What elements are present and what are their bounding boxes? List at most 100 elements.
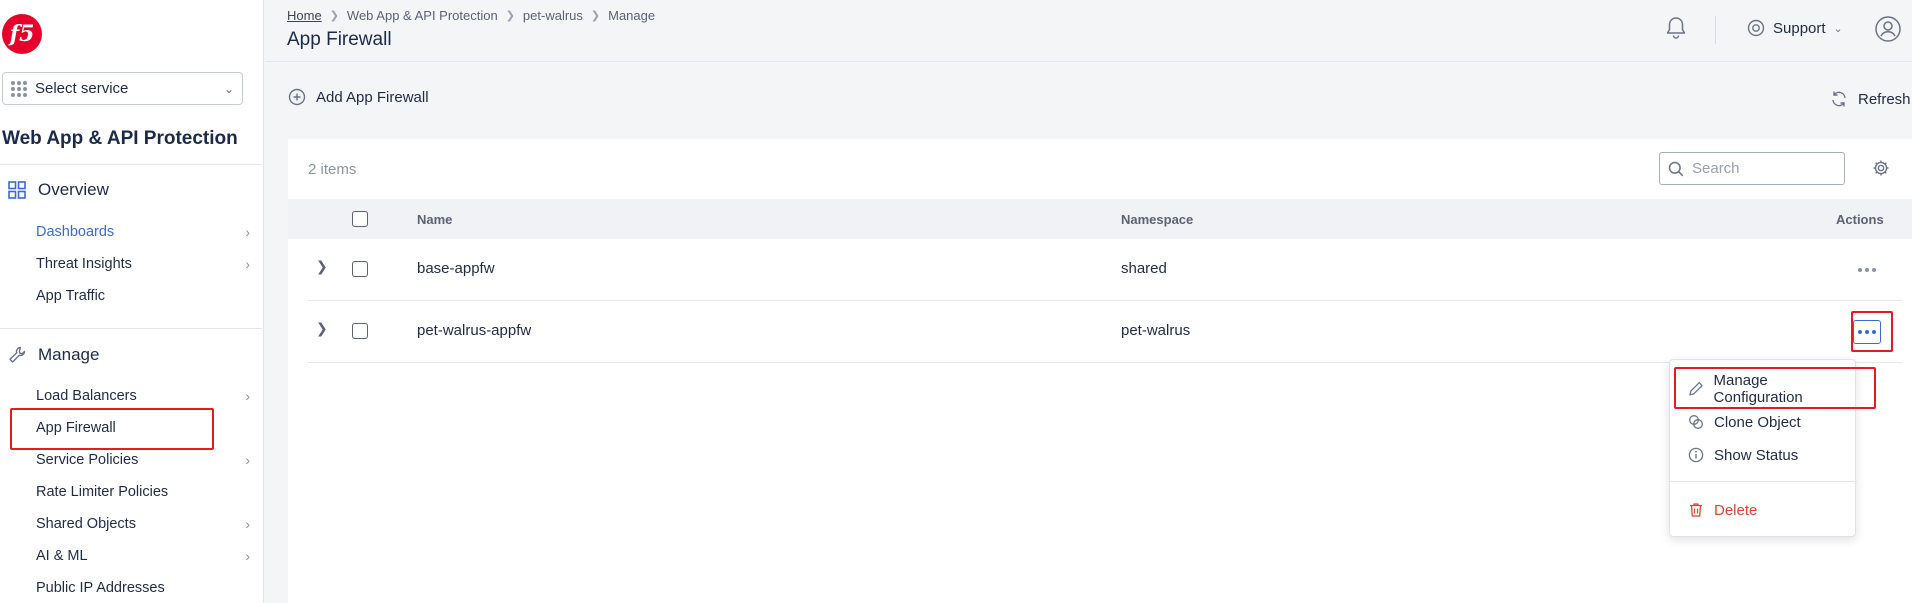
search-box[interactable] <box>1659 152 1845 185</box>
items-count: 2 items <box>308 161 357 178</box>
menu-item-manage-configuration[interactable]: Manage Configuration <box>1670 372 1857 406</box>
sidebar: f5 Select service ⌄ Web App & API Protec… <box>0 0 264 603</box>
overview-grid-icon <box>8 181 26 199</box>
app-title: Web App & API Protection <box>2 128 238 149</box>
menu-item-show-status[interactable]: Show Status <box>1670 440 1857 470</box>
menu-item-label: Clone Object <box>1714 413 1801 431</box>
breadcrumb: Home ❯ Web App & API Protection ❯ pet-wa… <box>287 8 655 23</box>
chevron-right-icon: › <box>245 388 250 404</box>
divider <box>1670 481 1857 482</box>
column-header-name[interactable]: Name <box>417 212 452 227</box>
pencil-icon <box>1689 382 1703 396</box>
menu-item-label: Show Status <box>1714 446 1799 464</box>
menu-item-label: Manage Configuration <box>1713 372 1803 406</box>
header: Home ❯ Web App & API Protection ❯ pet-wa… <box>265 0 1912 62</box>
section-manage-title: Manage <box>38 345 100 364</box>
sidebar-item-label: Public IP Addresses <box>36 580 165 596</box>
sidebar-item-label: App Firewall <box>36 420 116 436</box>
wrench-icon <box>9 346 26 363</box>
refresh-label: Refresh <box>1858 90 1911 108</box>
row-checkbox[interactable] <box>352 261 368 277</box>
menu-item-delete[interactable]: Delete <box>1670 495 1857 525</box>
grid-icon <box>11 80 27 97</box>
expand-chevron-icon[interactable]: ❯ <box>316 258 328 275</box>
sidebar-item-label: Service Policies <box>36 452 139 468</box>
section-overview[interactable]: Overview <box>8 180 109 200</box>
select-service-dropdown[interactable]: Select service ⌄ <box>2 72 243 105</box>
support-menu[interactable]: Support ⌄ <box>1747 19 1843 37</box>
chevron-down-icon: ⌄ <box>1833 22 1843 35</box>
breadcrumb-app[interactable]: Web App & API Protection <box>347 8 498 23</box>
page-title: App Firewall <box>287 29 392 50</box>
sidebar-item-shared-objects[interactable]: Shared Objects › <box>36 512 250 536</box>
bell-icon[interactable] <box>1665 16 1687 40</box>
sidebar-item-ai-ml[interactable]: AI & ML › <box>36 544 250 568</box>
chevron-right-icon: ❯ <box>329 10 339 22</box>
breadcrumb-home[interactable]: Home <box>287 8 322 23</box>
expand-chevron-icon[interactable]: ❯ <box>316 320 328 337</box>
search-input[interactable] <box>1692 160 1832 177</box>
row-name[interactable]: base-appfw <box>417 260 495 277</box>
f5-logo[interactable]: f5 <box>2 14 42 54</box>
select-all-checkbox[interactable] <box>352 211 368 227</box>
chevron-right-icon: › <box>245 452 250 468</box>
add-app-firewall-button[interactable]: Add App Firewall <box>288 88 429 106</box>
sidebar-item-load-balancers[interactable]: Load Balancers › <box>36 384 250 408</box>
chevron-right-icon: ❯ <box>505 10 515 22</box>
support-label: Support <box>1773 19 1826 37</box>
search-icon <box>1668 161 1684 176</box>
sidebar-item-app-firewall[interactable]: App Firewall <box>36 416 250 440</box>
row-namespace: shared <box>1121 260 1167 277</box>
column-header-actions: Actions <box>1836 212 1884 227</box>
select-service-label: Select service <box>35 80 129 97</box>
sidebar-item-label: Shared Objects <box>36 516 136 532</box>
row-name[interactable]: pet-walrus-appfw <box>417 322 531 339</box>
sidebar-item-threat-insights[interactable]: Threat Insights › <box>36 252 250 276</box>
sidebar-item-app-traffic[interactable]: App Traffic <box>36 284 250 308</box>
chevron-right-icon: ❯ <box>590 10 601 22</box>
sidebar-item-rate-limiter-policies[interactable]: Rate Limiter Policies <box>36 480 250 504</box>
menu-item-label: Delete <box>1714 501 1758 519</box>
breadcrumb-namespace[interactable]: pet-walrus <box>523 8 583 23</box>
chevron-right-icon: › <box>245 224 250 240</box>
sidebar-item-dashboards[interactable]: Dashboards › <box>36 220 250 244</box>
sidebar-item-label: App Traffic <box>36 288 106 304</box>
sidebar-item-label: Threat Insights <box>36 256 132 272</box>
lifebuoy-icon <box>1747 19 1765 37</box>
refresh-button[interactable]: Refresh <box>1830 90 1911 108</box>
divider <box>0 164 262 165</box>
row-actions-button[interactable] <box>1853 258 1881 282</box>
table-row[interactable]: ❯ pet-walrus-appfw pet-walrus <box>308 301 1902 363</box>
chevron-right-icon: › <box>245 256 250 272</box>
sidebar-item-label: Dashboards <box>36 224 115 240</box>
sidebar-item-label: Load Balancers <box>36 388 137 404</box>
user-avatar-icon[interactable] <box>1875 16 1901 42</box>
section-overview-title: Overview <box>38 180 109 199</box>
row-actions-button[interactable] <box>1853 320 1881 344</box>
table-header: Name Namespace Actions <box>288 199 1912 239</box>
divider <box>0 328 262 329</box>
chevron-down-icon: ⌄ <box>223 81 234 96</box>
sidebar-item-service-policies[interactable]: Service Policies › <box>36 448 250 472</box>
chevron-right-icon: › <box>245 548 250 564</box>
divider <box>1715 16 1716 44</box>
row-checkbox[interactable] <box>352 323 368 339</box>
row-namespace: pet-walrus <box>1121 322 1191 339</box>
trash-icon <box>1690 503 1702 517</box>
add-circle-icon <box>288 88 306 106</box>
menu-item-clone-object[interactable]: Clone Object <box>1670 407 1857 437</box>
breadcrumb-manage: Manage <box>608 8 656 23</box>
chevron-right-icon: › <box>245 516 250 532</box>
table-row[interactable]: ❯ base-appfw shared <box>308 239 1902 301</box>
sidebar-item-label: AI & ML <box>36 548 88 564</box>
add-app-firewall-label: Add App Firewall <box>316 88 429 106</box>
refresh-icon <box>1832 91 1846 107</box>
sidebar-item-label: Rate Limiter Policies <box>36 484 169 500</box>
row-actions-menu: Manage Configuration Clone Object Show S… <box>1669 359 1857 537</box>
section-manage[interactable]: Manage <box>8 345 99 365</box>
gear-icon[interactable] <box>1872 159 1890 177</box>
info-icon <box>1688 447 1704 463</box>
sidebar-item-public-ip-addresses[interactable]: Public IP Addresses <box>36 576 250 600</box>
column-header-namespace[interactable]: Namespace <box>1121 212 1193 227</box>
clone-icon <box>1689 415 1703 429</box>
